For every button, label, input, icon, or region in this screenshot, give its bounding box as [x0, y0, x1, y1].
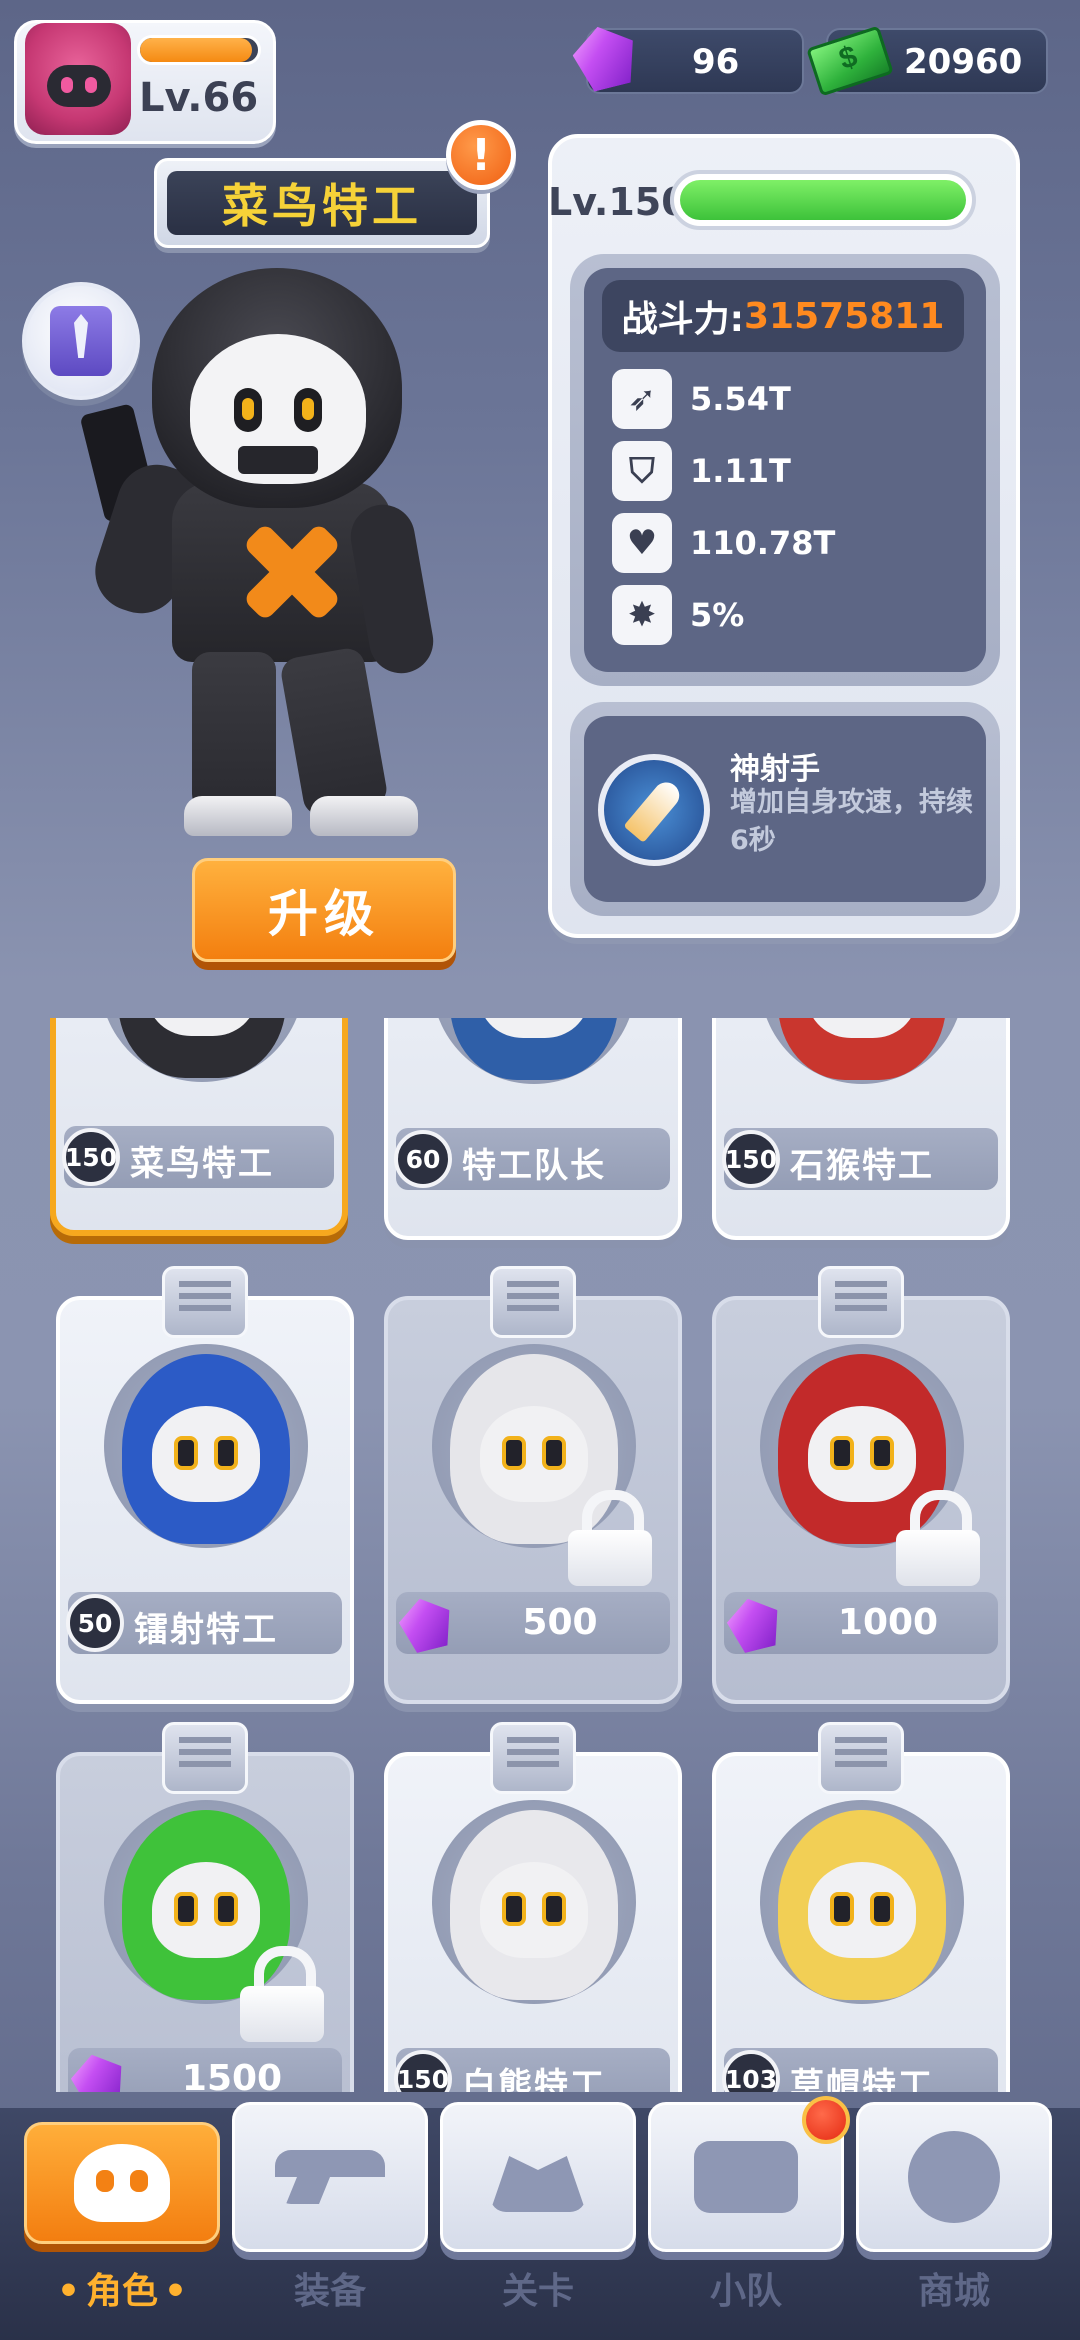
locked-character-card[interactable]: 1500: [56, 1722, 354, 2092]
player-profile[interactable]: Lv.66: [14, 20, 276, 144]
locked-character-card[interactable]: 1000: [712, 1266, 1010, 1704]
skill-name: 神射手: [730, 752, 820, 787]
shop-icon: [908, 2131, 1000, 2223]
gem-icon: [722, 1592, 785, 1655]
character-card[interactable]: 103 草帽特工: [712, 1722, 1010, 2092]
gem-count: 96: [692, 42, 740, 82]
upgrade-button[interactable]: 升级: [192, 858, 456, 962]
cash-currency[interactable]: 20960: [806, 25, 1048, 97]
stat-row-crit: ✸ 5%: [612, 584, 744, 646]
player-xp-fill: [140, 38, 253, 62]
nav-label: 关卡: [501, 2271, 574, 2312]
character-level-badge: 60: [394, 1130, 452, 1188]
cash-icon: [806, 25, 894, 97]
gun-icon: [275, 2150, 385, 2204]
character-price: 1500: [181, 2058, 283, 2092]
nav-stage-tab[interactable]: [440, 2102, 636, 2252]
character-card[interactable]: 50 镭射特工: [56, 1266, 354, 1704]
attack-bullet-icon: ➶: [612, 369, 672, 429]
sharpshooter-bullet-icon[interactable]: [598, 754, 710, 866]
character-name-plate: 菜鸟特工: [154, 158, 490, 248]
team-icon: [694, 2141, 798, 2213]
map-pin-icon: [490, 2156, 586, 2212]
gem-icon: [394, 1592, 457, 1655]
crit-burst-icon: ✸: [612, 585, 672, 645]
character-card-name: 草帽特工: [790, 2066, 934, 2092]
level-progress-fill: [680, 180, 966, 220]
player-xp-bar: [137, 35, 261, 65]
character-level-badge: 150: [394, 2050, 452, 2092]
stat-value: 110.78T: [690, 524, 836, 562]
character-card[interactable]: 150 菜鸟特工: [50, 1018, 348, 1236]
character-card[interactable]: 60 特工队长: [384, 1018, 682, 1240]
character-price: 500: [522, 1602, 598, 1643]
character-level-badge: 50: [66, 1594, 124, 1652]
alert-icon[interactable]: !: [446, 120, 516, 190]
character-card-name: 白熊特工: [462, 2066, 606, 2092]
stat-value: 5%: [690, 596, 745, 634]
character-grid[interactable]: 150 菜鸟特工 60 特工队长 150 石猴特工 50 镭射特工 500 10…: [0, 1018, 1080, 2092]
skill-description: 增加自身攻速，持续6秒: [730, 787, 973, 856]
lock-icon: [568, 1490, 652, 1586]
nav-label: 角色: [22, 2262, 222, 2314]
character-level-badge: 103: [722, 2050, 780, 2092]
notification-badge: [802, 2096, 850, 2144]
health-heart-icon: ♥: [612, 513, 672, 573]
nav-shop-tab[interactable]: [856, 2102, 1052, 2252]
character-card-name: 石猴特工: [790, 1146, 934, 1186]
lock-icon: [240, 1946, 324, 2042]
character-card[interactable]: 150 石猴特工: [712, 1018, 1010, 1240]
gem-currency[interactable]: 96: [586, 28, 804, 94]
character-model: [79, 268, 462, 848]
skull-face: [190, 334, 366, 484]
stat-value: 5.54T: [690, 380, 791, 418]
stat-row-health: ♥ 110.78T: [612, 512, 835, 574]
gem-icon: [66, 2048, 129, 2092]
character-price: 1000: [837, 1602, 939, 1643]
stat-value: 1.11T: [690, 452, 791, 490]
nav-label: 装备: [293, 2271, 366, 2312]
nav-label: 小队: [709, 2271, 782, 2312]
combat-power-value: 31575811: [744, 295, 945, 337]
gem-icon: [567, 19, 642, 94]
character-level-badge: 150: [62, 1128, 120, 1186]
character-skull-icon: [74, 2144, 170, 2222]
stat-row-defense: ⛉ 1.11T: [612, 440, 791, 502]
character-card-name: 镭射特工: [134, 1610, 278, 1650]
lock-icon: [896, 1490, 980, 1586]
combat-power: 战斗力: 31575811: [602, 280, 964, 352]
nav-character-tab[interactable]: [24, 2122, 220, 2244]
nav-equipment-tab[interactable]: [232, 2102, 428, 2252]
character-level: Lv.150: [548, 180, 688, 224]
nav-label: 商城: [917, 2271, 990, 2312]
stat-row-attack: ➶ 5.54T: [612, 368, 791, 430]
character-level-badge: 150: [722, 1130, 780, 1188]
locked-character-card[interactable]: 500: [384, 1266, 682, 1704]
cash-count: 20960: [904, 42, 1023, 82]
character-card-name: 菜鸟特工: [130, 1144, 274, 1184]
character-card-name: 特工队长: [462, 1146, 606, 1186]
character-card[interactable]: 150 白熊特工: [384, 1722, 682, 2092]
defense-shield-icon: ⛉: [612, 441, 672, 501]
character-name: 菜鸟特工: [222, 179, 422, 233]
player-avatar[interactable]: [25, 23, 131, 135]
level-progress-bar: [670, 170, 976, 230]
player-level: Lv.66: [139, 75, 259, 121]
combat-power-label: 战斗力:: [621, 299, 744, 340]
